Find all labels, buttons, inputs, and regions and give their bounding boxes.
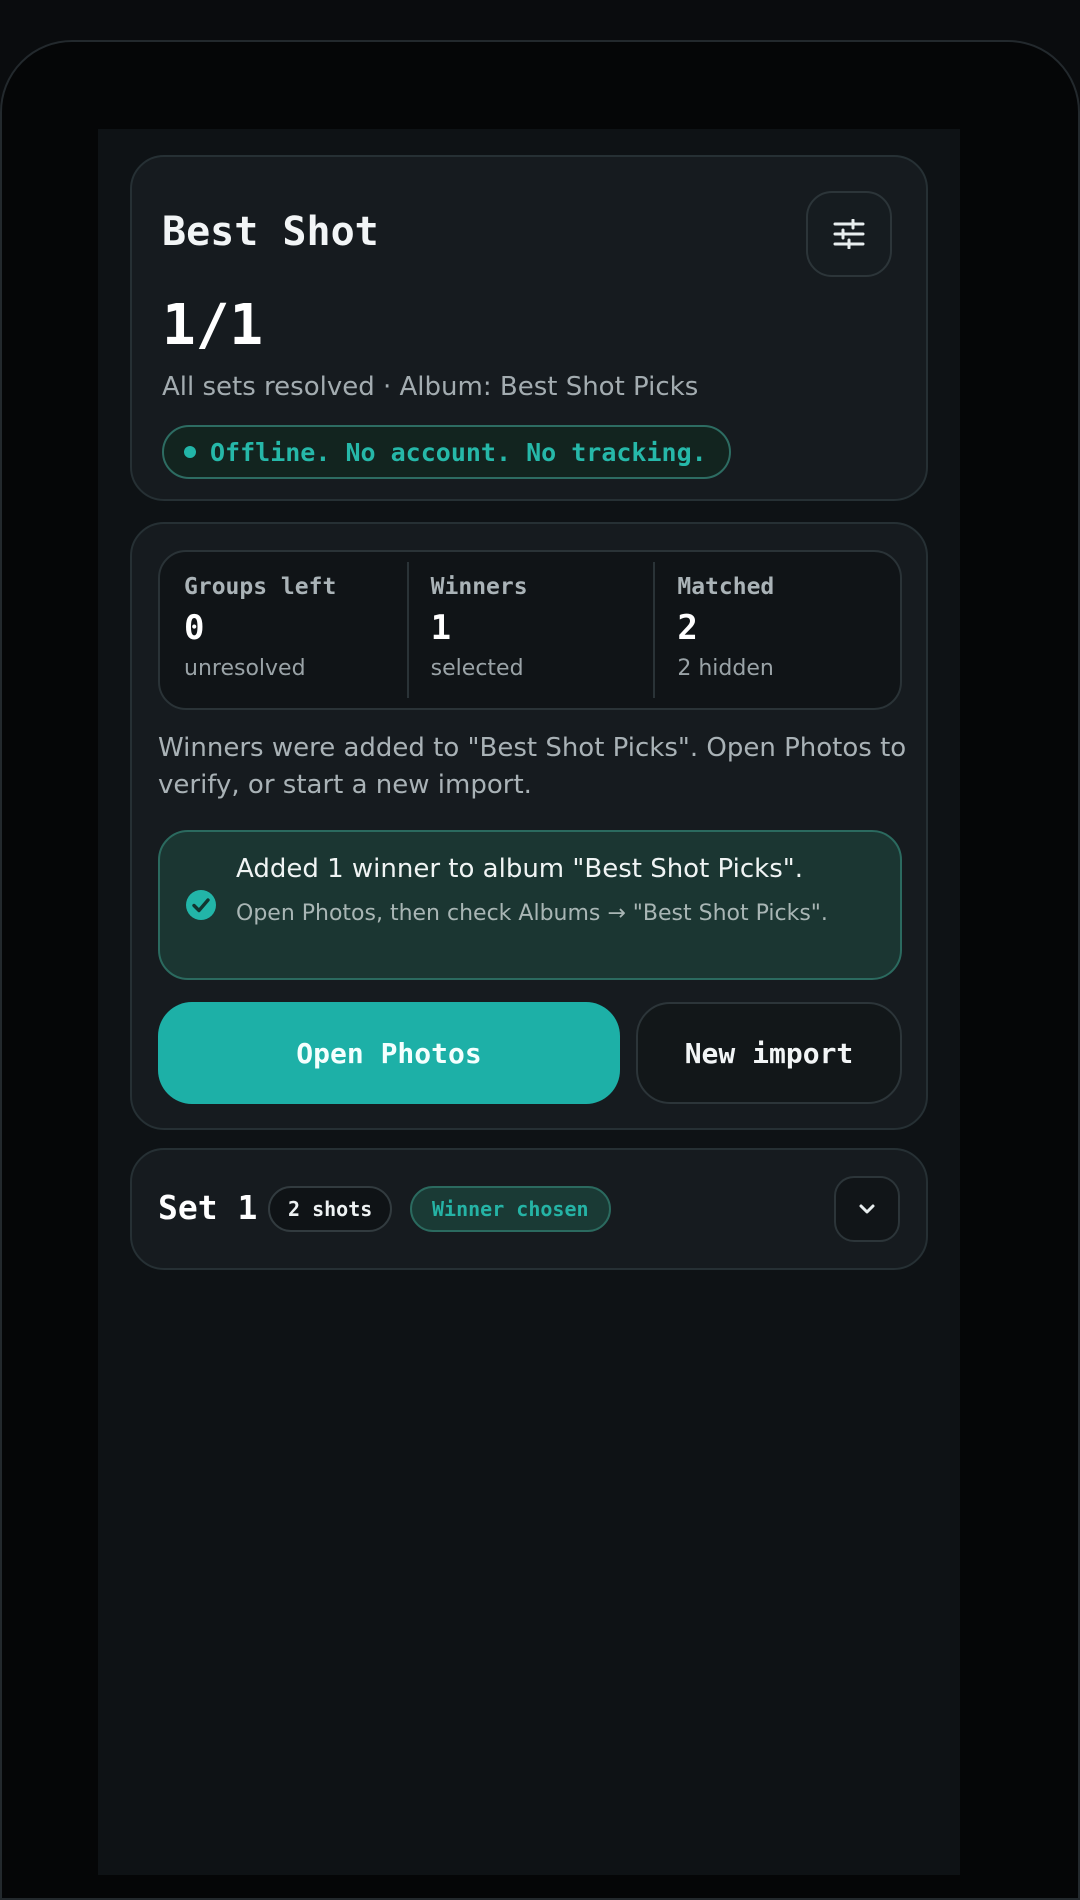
device-frame: Best Shot 1/1 All sets resolved · Album:… [0, 40, 1080, 1900]
stat-label: Matched [677, 574, 775, 600]
notice-title: Added 1 winner to album "Best Shot Picks… [236, 854, 803, 884]
stat-winners: Winners 1 selected [406, 552, 654, 708]
privacy-badge-label: Offline. No account. No tracking. [210, 437, 707, 467]
status-subtitle: All sets resolved · Album: Best Shot Pic… [162, 372, 699, 402]
stat-value: 0 [184, 608, 205, 648]
privacy-badge: Offline. No account. No tracking. [162, 425, 731, 479]
expand-set-button[interactable] [834, 1176, 900, 1242]
stat-matched: Matched 2 2 hidden [653, 552, 900, 708]
stat-label: Groups left [184, 574, 337, 600]
app-screen: Best Shot 1/1 All sets resolved · Album:… [98, 129, 960, 1875]
check-circle-icon [186, 890, 216, 920]
set-row[interactable]: Set 1 2 shots Winner chosen [130, 1148, 928, 1270]
notice-subtitle: Open Photos, then check Albums → "Best S… [236, 901, 828, 926]
stats-panel: Groups left 0 unresolved Winners 1 selec… [158, 550, 902, 710]
summary-text: Winners were added to "Best Shot Picks".… [158, 733, 907, 800]
open-photos-button[interactable]: Open Photos [158, 1002, 620, 1104]
settings-button[interactable] [806, 191, 892, 277]
stat-label: Winners [430, 574, 528, 600]
success-notice: Added 1 winner to album "Best Shot Picks… [158, 830, 902, 980]
stat-note: selected [430, 656, 524, 681]
stat-note: unresolved [184, 656, 306, 681]
status-dot-icon [184, 446, 196, 458]
app-title: Best Shot [162, 209, 379, 255]
winner-status-badge: Winner chosen [410, 1186, 611, 1232]
chevron-down-icon [859, 1204, 875, 1214]
stat-value: 1 [430, 608, 452, 648]
stat-value: 2 [677, 608, 698, 648]
new-import-button[interactable]: New import [636, 1002, 902, 1104]
sliders-icon [833, 219, 865, 249]
set-title: Set 1 [158, 1188, 258, 1227]
stat-groups-left: Groups left 0 unresolved [160, 552, 407, 708]
stat-note: 2 hidden [677, 656, 774, 681]
header-card: Best Shot 1/1 All sets resolved · Album:… [130, 155, 928, 501]
shots-count-badge: 2 shots [268, 1186, 393, 1232]
summary-card: Groups left 0 unresolved Winners 1 selec… [130, 522, 928, 1130]
progress-count: 1/1 [162, 293, 264, 358]
